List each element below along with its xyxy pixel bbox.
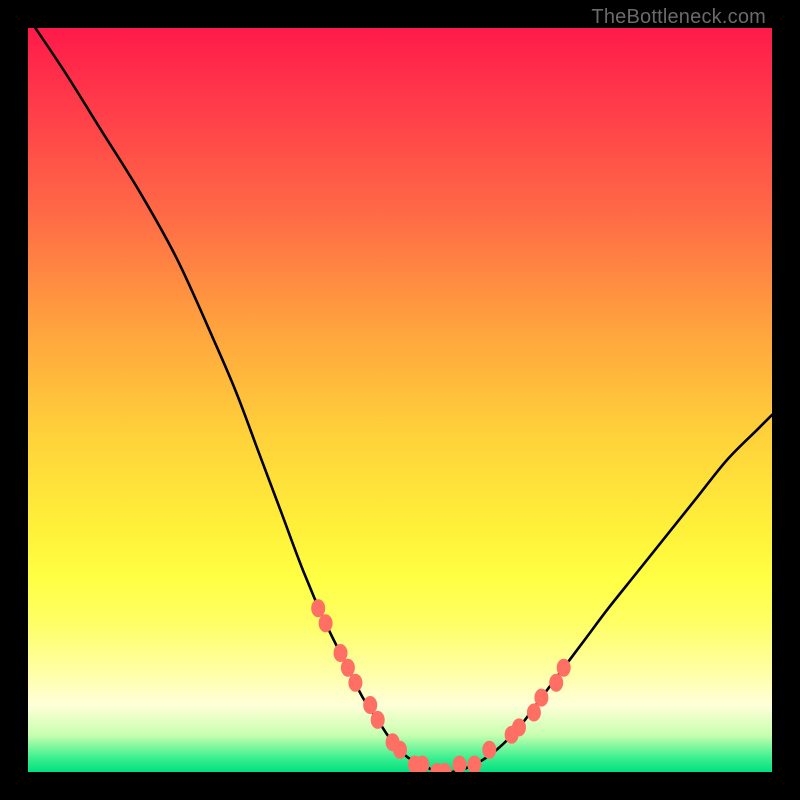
curve-marker <box>311 599 325 617</box>
bottleneck-chart <box>28 28 772 772</box>
curve-marker <box>363 696 377 714</box>
bottleneck-curve-line <box>35 28 772 772</box>
curve-marker <box>557 659 571 677</box>
curve-marker <box>453 756 467 772</box>
curve-marker-group <box>311 599 571 772</box>
curve-marker <box>527 704 541 722</box>
curve-marker <box>482 741 496 759</box>
curve-marker <box>512 718 526 736</box>
curve-marker <box>341 659 355 677</box>
curve-marker <box>371 711 385 729</box>
watermark-text: TheBottleneck.com <box>591 6 766 29</box>
curve-marker <box>334 644 348 662</box>
curve-marker <box>319 614 333 632</box>
curve-marker <box>467 756 481 772</box>
curve-marker <box>549 674 563 692</box>
curve-marker <box>348 674 362 692</box>
curve-marker <box>534 689 548 707</box>
curve-marker <box>393 741 407 759</box>
